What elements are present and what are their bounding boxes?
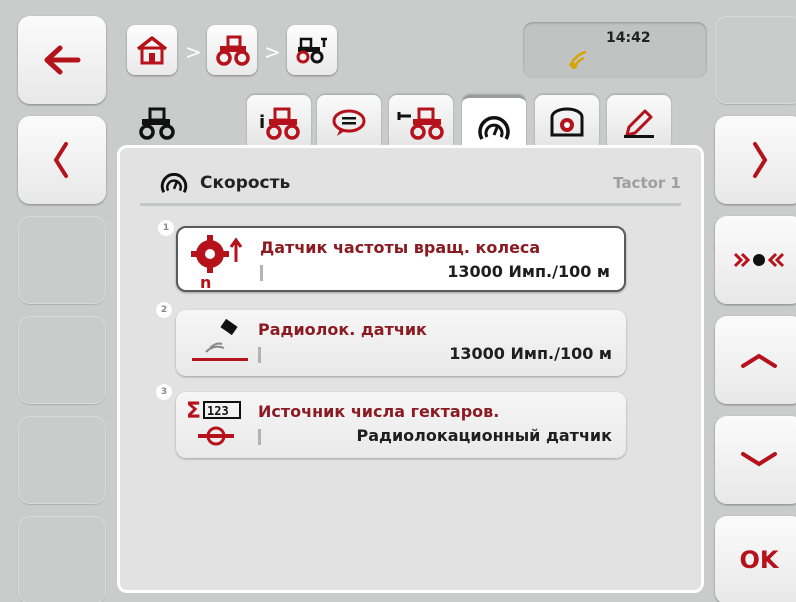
tractor-name: Tactor 1: [613, 174, 681, 192]
tab-pto[interactable]: [535, 95, 599, 151]
pto-icon: [550, 107, 584, 137]
panel-header: Скорость Tactor 1: [140, 160, 681, 206]
left-softkey-6[interactable]: [18, 516, 106, 602]
svg-text:n: n: [200, 273, 211, 290]
item-label: Радиолок. датчик: [258, 320, 427, 339]
tab-info[interactable]: i: [247, 95, 311, 151]
next-button[interactable]: [715, 116, 796, 204]
tractor-crumb[interactable]: [207, 25, 257, 75]
speedometer-icon: [478, 115, 510, 140]
item-number: 2: [156, 302, 172, 318]
item-number: 3: [156, 384, 172, 400]
arrow-left-icon: [44, 45, 81, 75]
tractor-info-icon: i: [259, 107, 300, 140]
tractor-icon: [139, 107, 175, 140]
tab-tractor[interactable]: [125, 95, 189, 151]
list-item-wheel-sensor[interactable]: 1 n Датчик частоты вращ. колеса 13000 Им…: [158, 220, 626, 292]
home-crumb[interactable]: [127, 25, 177, 75]
home-icon: [136, 36, 168, 65]
scroll-up-button[interactable]: [715, 316, 796, 404]
svg-text:Σ: Σ: [186, 399, 201, 424]
page-title: Скорость: [200, 173, 291, 193]
scroll-down-button[interactable]: [715, 416, 796, 504]
svg-text:123: 123: [207, 404, 229, 418]
hectare-counter-source-icon: Σ 123: [186, 399, 241, 446]
speed-settings-panel: Скорость Tactor 1 1 n Датчик частоты вра…: [117, 145, 704, 593]
list-item-hectare-source[interactable]: 3 Σ 123 Источник числа гектаров. Радиоло…: [156, 384, 626, 458]
speedometer-icon: [160, 172, 188, 194]
item-value: Радиолокационный датчик: [356, 426, 612, 445]
svg-text:i: i: [259, 112, 265, 133]
chevron-down-icon: [741, 452, 777, 467]
tab-edit[interactable]: [607, 95, 671, 151]
item-value: 13000 Имп./100 м: [447, 262, 610, 281]
tractor-hitch-icon: [397, 107, 444, 140]
left-softkey-5[interactable]: [18, 416, 106, 504]
ok-button[interactable]: OK: [715, 516, 796, 602]
left-softkey-4[interactable]: [18, 316, 106, 404]
speech-bubble-icon: [332, 109, 366, 136]
value-indicator: [258, 429, 261, 445]
list-item-radar-sensor[interactable]: 2 Радиолок. датчик 13000 Имп./100 м: [156, 302, 626, 376]
clock: 14:42: [606, 30, 651, 46]
chevron-right-icon: [753, 142, 768, 178]
reset-counter-icon: [733, 252, 785, 268]
status-area: 14:42: [523, 22, 707, 78]
tab-hitch[interactable]: [389, 95, 453, 151]
value-indicator: [258, 347, 261, 363]
right-softkey-1[interactable]: [715, 16, 796, 104]
value-indicator: [260, 265, 263, 281]
item-label: Датчик частоты вращ. колеса: [260, 238, 541, 257]
item-number: 1: [158, 220, 174, 236]
item-label: Источник числа гектаров.: [258, 402, 500, 421]
chevron-left-icon: [53, 142, 68, 178]
tractor-settings-icon: [296, 37, 327, 64]
previous-button[interactable]: [18, 116, 106, 204]
pencil-icon: [624, 109, 654, 138]
tab-messages[interactable]: [317, 95, 381, 151]
breadcrumb-separator: >: [185, 40, 202, 64]
item-value: 13000 Имп./100 м: [449, 344, 612, 363]
ok-label: OK: [739, 546, 779, 574]
wheel-sensor-icon: n: [191, 235, 243, 290]
left-softkey-3[interactable]: [18, 216, 106, 304]
radar-sensor-icon: [192, 318, 248, 361]
reset-button[interactable]: [715, 216, 796, 304]
tractor-settings-crumb[interactable]: [287, 25, 337, 75]
tractor-icon: [216, 35, 250, 66]
back-button[interactable]: [18, 16, 106, 104]
breadcrumb-separator: >: [264, 40, 281, 64]
gps-signal-icon: [568, 50, 587, 69]
chevron-up-icon: [741, 353, 777, 368]
